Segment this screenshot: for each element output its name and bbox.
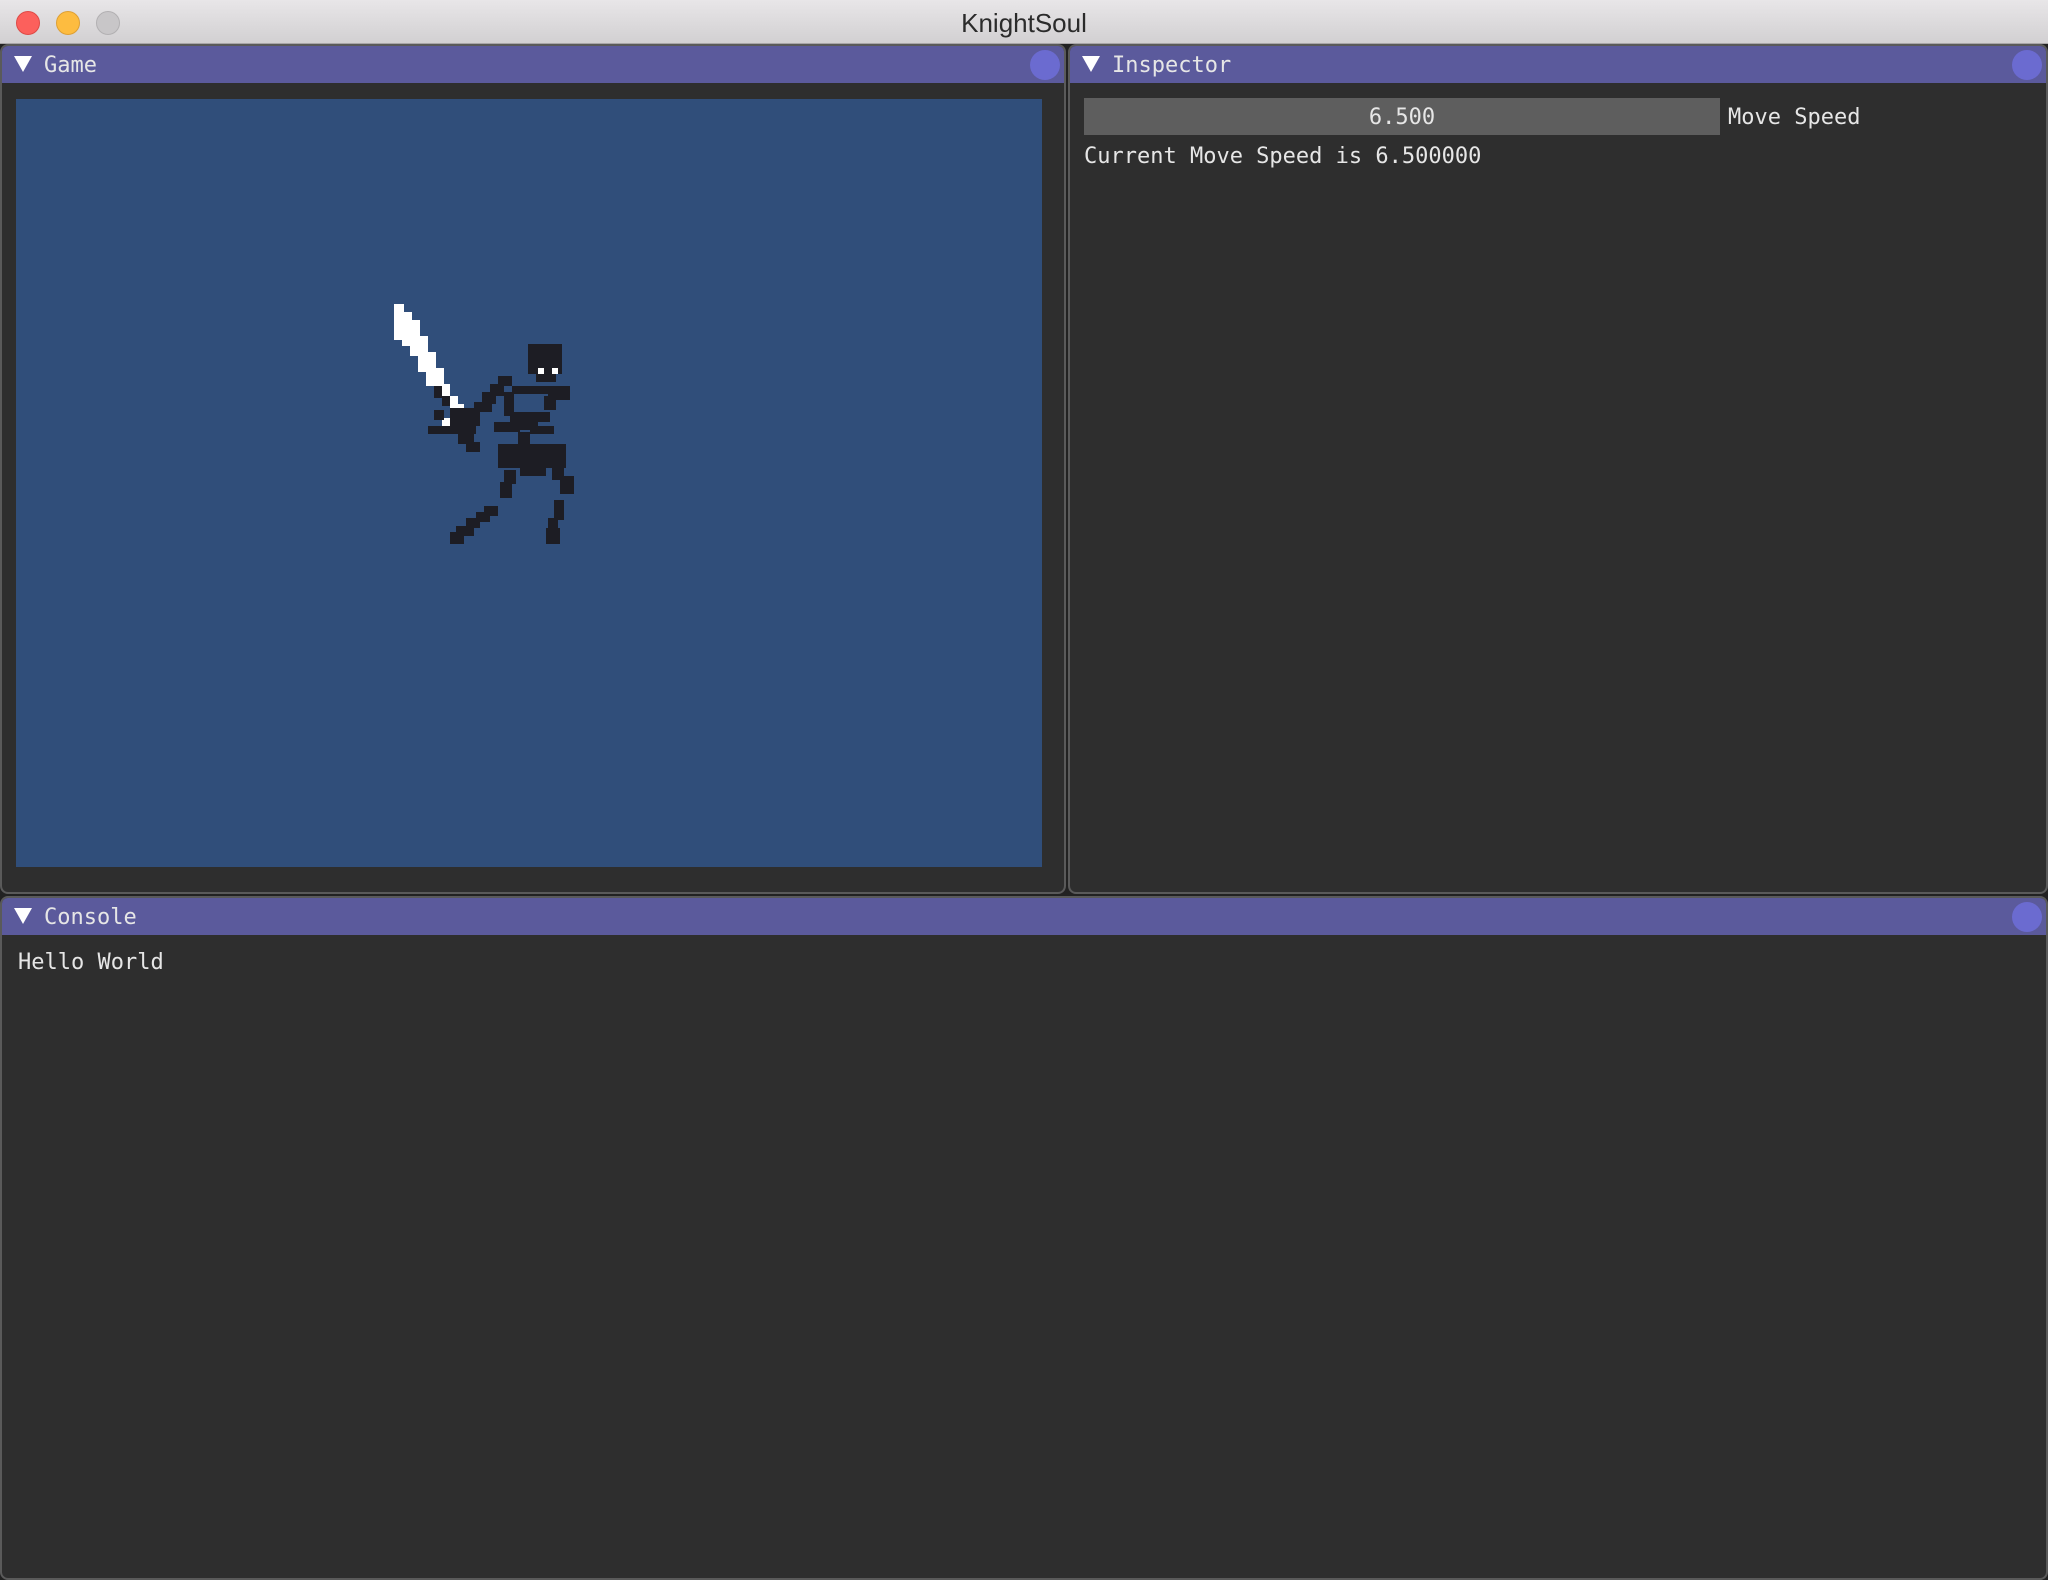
collapse-triangle-icon[interactable] (1082, 56, 1100, 72)
console-panel-title: Console (44, 905, 137, 930)
current-move-speed-text: Current Move Speed is 6.500000 (1084, 144, 1482, 169)
console-panel-header[interactable]: Console (2, 898, 2046, 935)
move-speed-label: Move Speed (1728, 105, 1861, 130)
game-panel: Game (0, 44, 1066, 894)
game-panel-title: Game (44, 53, 97, 78)
inspector-panel-header[interactable]: Inspector (1070, 46, 2046, 83)
console-panel: Console Hello World (0, 896, 2048, 1580)
window-titlebar: KnightSoul (0, 0, 2048, 44)
move-speed-slider-value: 6.500 (1368, 105, 1436, 130)
skeleton-knight-sprite (394, 304, 574, 544)
close-circle-icon[interactable] (2012, 50, 2042, 80)
collapse-triangle-icon[interactable] (14, 56, 32, 72)
close-circle-icon[interactable] (1030, 50, 1060, 80)
window-title: KnightSoul (961, 8, 1087, 38)
close-circle-icon[interactable] (2012, 902, 2042, 932)
game-viewport[interactable] (16, 99, 1042, 867)
game-panel-header[interactable]: Game (2, 46, 1064, 83)
move-speed-slider[interactable]: 6.500 (1084, 98, 1720, 135)
inspector-panel-title: Inspector (1112, 53, 1232, 78)
console-log-line: Hello World (18, 950, 164, 975)
inspector-panel: Inspector 6.500 Move Speed Current Move … (1068, 44, 2048, 894)
collapse-triangle-icon[interactable] (14, 908, 32, 924)
